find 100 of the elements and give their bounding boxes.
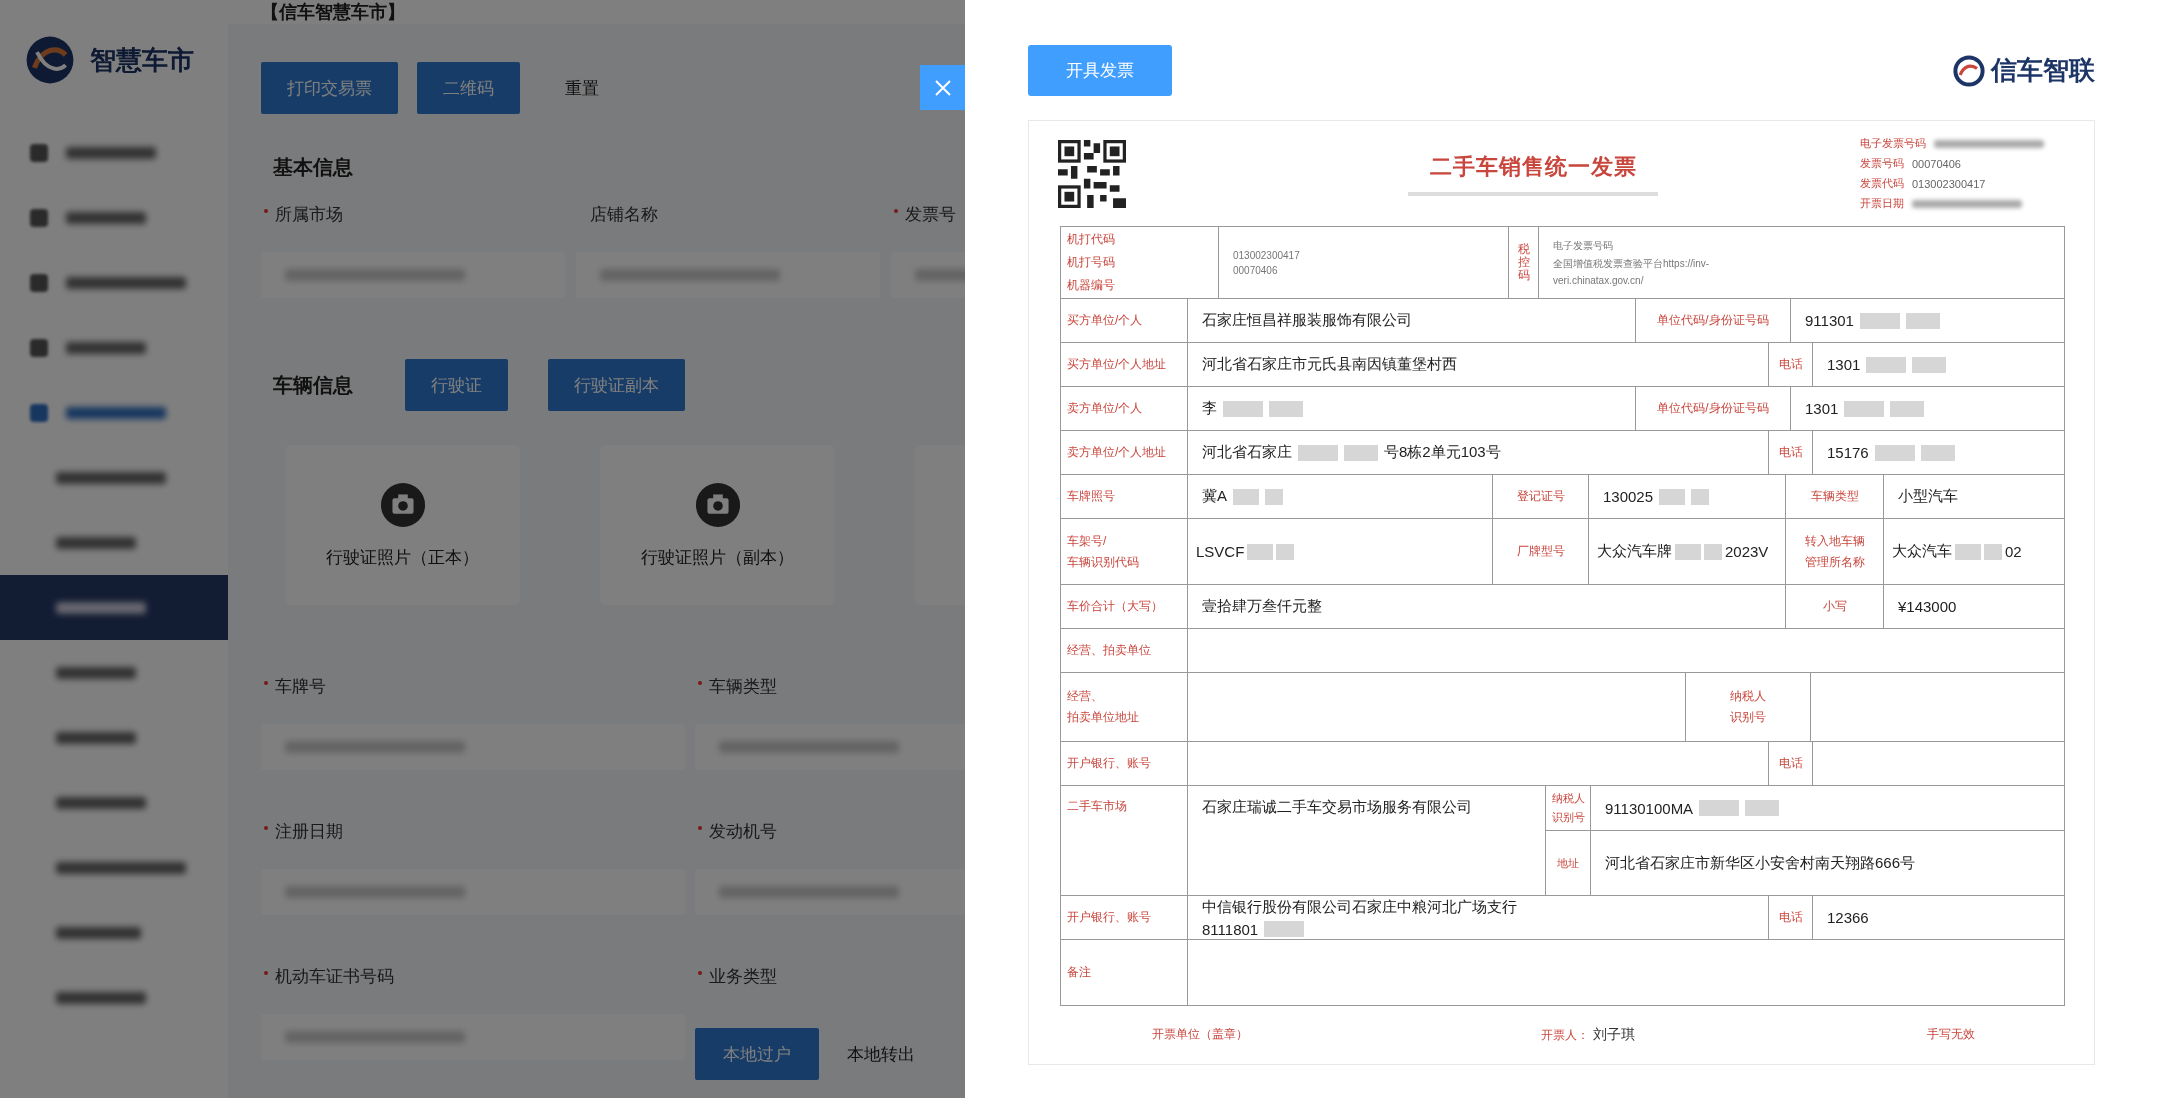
meta-label: 开票日期 [1860,196,1904,211]
meta-label: 发票代码 [1860,176,1904,191]
input-field[interactable] [261,1014,685,1060]
field-value: 911301 [1805,312,1854,329]
field-label: 税控码 [1517,242,1530,283]
field-label: 注册日期 [261,820,695,843]
redaction-block [1704,543,1722,560]
segment-button[interactable]: 本地过户 [695,1028,819,1080]
field-value: 号8栋2单元103号 [1384,443,1501,462]
field-label: 机打代码 [1067,231,1115,248]
field-value: ¥143000 [1898,598,1957,615]
field-value: 12366 [1827,909,1869,926]
redaction-block [1745,800,1780,816]
input-field[interactable] [261,252,565,298]
redaction-block [1912,356,1947,373]
field-label: 转入地车辆 [1804,532,1865,550]
segment-button[interactable]: 本地转出 [819,1028,943,1080]
field-label: 电话 [1778,755,1803,772]
field-label: 备注 [1067,964,1091,981]
signer-name: 刘子琪 [1592,1026,1635,1044]
logo-icon [1953,54,1985,87]
redaction-block [1905,312,1940,329]
field-value: 15176 [1827,444,1869,461]
redaction-block [1890,400,1925,417]
input-field[interactable] [261,869,685,915]
field-value: 00070406 [1233,264,1278,276]
field-label: 纳税人 [1551,791,1585,806]
field-label: 发动机号 [695,820,965,843]
upload-card[interactable]: 行驶证照片（副本） [600,445,835,605]
field-value: 大众汽车牌 [1597,542,1672,561]
field-label: 识别号 [1730,709,1766,726]
field-label: 电话 [1778,356,1803,373]
field-label: 车辆类型 [1810,488,1859,505]
field-label: 拍卖单位地址 [1067,709,1139,726]
field-value: LSVCF [1196,543,1245,560]
field-value: 013002300417 [1233,249,1300,261]
field-label: 登记证号 [1516,488,1565,505]
meta-label: 电子发票号码 [1860,136,1926,151]
field-value: 石家庄瑞诚二手车交易市场服务有限公司 [1202,798,1472,817]
field-label: 卖方单位/个人地址 [1067,444,1167,461]
page-header: 【信车智慧车市】 [228,0,965,24]
toolbar-button[interactable]: 重置 [539,62,625,114]
field-value: 电子发票号码 [1553,239,1613,253]
field-value: 1301 [1805,400,1839,417]
toolbar-button[interactable]: 二维码 [417,62,520,114]
redaction-block [1269,400,1303,417]
field-label: 车价合计（大写） [1067,598,1163,615]
upload-button[interactable]: 行驶证副本 [548,359,685,411]
field-label: 所属市场 [261,203,576,226]
field-label: 买方单位/个人 [1067,312,1143,329]
field-value: 2023V [1725,543,1769,560]
field-label: 小写 [1822,598,1847,615]
field-label: 管理所名称 [1804,553,1865,571]
footer-label: 开票单位（盖章） [1152,1026,1248,1043]
field-label: 车辆类型 [695,675,965,698]
footer-label: 开票人： [1540,1026,1589,1044]
field-label: 厂牌型号 [1516,543,1565,560]
section-title: 基本信息 [273,155,354,180]
upload-button[interactable]: 行驶证 [405,359,508,411]
input-field[interactable] [261,724,685,770]
field-value: 1301 [1827,356,1861,373]
redaction-block [1920,444,1955,461]
meta-label: 发票号码 [1860,156,1904,171]
issue-invoice-button[interactable]: 开具发票 [1028,45,1172,96]
input-field[interactable] [576,252,880,298]
field-value: 全国增值税发票查验平台https://inv- [1553,257,1710,271]
field-label: 车牌号 [261,675,695,698]
field-value: 大众汽车 [1892,542,1952,561]
field-label: 开户银行、账号 [1067,909,1151,926]
field-label: 发票号 [891,203,965,226]
field-value: 壹拾肆万叁仟元整 [1202,597,1322,616]
camera-icon [379,481,426,528]
redaction-block [1691,488,1710,505]
field-label: 电话 [1778,444,1803,461]
close-button[interactable] [920,65,965,110]
invoice-title: 二手车销售统一发票 [1429,152,1637,181]
field-label: 卖方单位/个人 [1067,400,1143,417]
field-label: 店铺名称 [589,204,659,226]
field-label: 经营、 [1067,688,1103,705]
field-label: 车架号/ [1067,532,1107,550]
field-value: veri.chinatax.gov.cn/ [1553,275,1644,286]
field-label: 识别号 [1551,810,1585,825]
field-label: 机动车证书号码 [261,965,695,988]
field-value: 河北省石家庄市新华区小安舍村南天翔路666号 [1605,853,1916,873]
field-label: 二手车市场 [1067,798,1127,815]
field-label: 买方单位/个人地址 [1067,356,1167,373]
field-label: 单位代码/身份证号码 [1657,400,1769,417]
toolbar-button[interactable]: 打印交易票 [261,62,398,114]
close-icon [932,77,953,98]
field-label: 单位代码/身份证号码 [1657,312,1769,329]
field-label: 开户银行、账号 [1067,755,1151,772]
field-label: 车辆识别代码 [1067,553,1139,571]
field-value: 石家庄恒昌祥服装服饰有限公司 [1202,311,1412,330]
field-value: 河北省石家庄 [1202,443,1292,462]
logo-icon [24,34,76,86]
field-label: 纳税人 [1730,688,1766,705]
sidebar-item[interactable] [0,575,228,640]
field-label: 地址 [1557,855,1579,871]
redaction-block [1265,488,1283,505]
upload-card[interactable]: 行驶证照片（正本） [285,445,520,605]
